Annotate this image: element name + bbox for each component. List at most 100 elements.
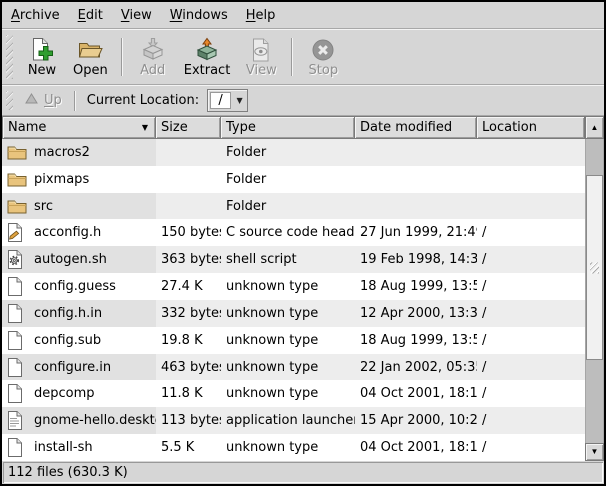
- file-date-cell: 04 Oct 2001, 18:12: [355, 434, 477, 461]
- file-type-cell: unknown type: [221, 380, 355, 407]
- table-header: Name▼ Size Type Date modified Location: [2, 116, 585, 139]
- file-size-cell: 19.8 K: [156, 327, 221, 354]
- file-date-cell: 12 Apr 2000, 13:36: [355, 300, 477, 327]
- scrollbar-thumb-grip: [590, 262, 599, 273]
- table-row[interactable]: acconfig.h 150 bytes C source code heade…: [2, 219, 585, 246]
- column-header-name[interactable]: Name▼: [2, 116, 156, 139]
- vertical-scrollbar: ▲ ▼: [585, 116, 604, 461]
- file-date-cell: 18 Aug 1999, 13:53: [355, 327, 477, 354]
- table-row[interactable]: config.h.in 332 bytes unknown type 12 Ap…: [2, 300, 585, 327]
- extract-files-icon: [194, 37, 220, 63]
- table-row[interactable]: config.guess 27.4 K unknown type 18 Aug …: [2, 273, 585, 300]
- file-name-cell: install-sh: [2, 434, 156, 461]
- file-date-cell: [355, 193, 477, 220]
- sort-descending-icon: ▼: [142, 124, 150, 132]
- file-size-cell: 463 bytes: [156, 354, 221, 381]
- new-button[interactable]: New: [18, 34, 66, 81]
- table-row[interactable]: pixmaps Folder: [2, 166, 585, 193]
- scrollbar-down-button[interactable]: ▼: [585, 443, 604, 461]
- doc-pencil-icon: [7, 223, 28, 242]
- file-name-cell: autogen.sh: [2, 246, 156, 273]
- file-location-cell: [477, 139, 585, 166]
- scrollbar-up-button[interactable]: ▲: [585, 116, 604, 139]
- file-name: configure.in: [34, 360, 111, 375]
- scroll-up-icon: ▲: [591, 124, 599, 132]
- table-row[interactable]: src Folder: [2, 193, 585, 220]
- table-row[interactable]: autogen.sh 363 bytes shell script 19 Feb…: [2, 246, 585, 273]
- table-row[interactable]: gnome-hello.desktop 113 bytes applicatio…: [2, 407, 585, 434]
- menu-archive[interactable]: Archive: [2, 3, 69, 28]
- archive-manager-window: Archive Edit View Windows Help New Open …: [0, 0, 606, 486]
- column-header-type[interactable]: Type: [221, 116, 355, 139]
- file-type-cell: C source code header: [221, 219, 355, 246]
- file-date-cell: 18 Aug 1999, 13:53: [355, 273, 477, 300]
- file-name: install-sh: [34, 440, 93, 455]
- table-row[interactable]: macros2 Folder: [2, 139, 585, 166]
- stop-button: Stop: [299, 34, 347, 81]
- doc-plain-icon: [7, 304, 28, 323]
- location-separator: [74, 91, 76, 111]
- file-location-cell: /: [477, 354, 585, 381]
- scrollbar-trough[interactable]: [585, 139, 604, 443]
- file-name: config.guess: [34, 279, 116, 294]
- toolbar-separator: [121, 38, 123, 76]
- folder-icon: [7, 199, 28, 214]
- menu-view[interactable]: View: [112, 3, 161, 28]
- file-date-cell: 15 Apr 2000, 10:21: [355, 407, 477, 434]
- menu-windows[interactable]: Windows: [161, 3, 237, 28]
- file-type-cell: unknown type: [221, 273, 355, 300]
- file-type-cell: Folder: [221, 139, 355, 166]
- file-size-cell: 113 bytes: [156, 407, 221, 434]
- file-type-cell: Folder: [221, 193, 355, 220]
- file-date-cell: [355, 139, 477, 166]
- doc-plain-icon: [7, 438, 28, 457]
- file-name: config.h.in: [34, 306, 102, 321]
- file-name: macros2: [34, 145, 90, 160]
- file-location-cell: /: [477, 407, 585, 434]
- open-button[interactable]: Open: [66, 34, 115, 81]
- menu-edit[interactable]: Edit: [69, 3, 112, 28]
- location-bar-drag-handle[interactable]: [6, 91, 13, 110]
- up-button: Up: [18, 90, 69, 111]
- file-location-cell: /: [477, 434, 585, 461]
- file-size-cell: [156, 193, 221, 220]
- table-row[interactable]: config.sub 19.8 K unknown type 18 Aug 19…: [2, 327, 585, 354]
- file-name: config.sub: [34, 333, 101, 348]
- table-row[interactable]: depcomp 11.8 K unknown type 04 Oct 2001,…: [2, 380, 585, 407]
- combo-dropdown-icon: ▼: [232, 90, 247, 111]
- file-name: autogen.sh: [34, 252, 107, 267]
- menubar: Archive Edit View Windows Help: [2, 2, 604, 29]
- table-row[interactable]: configure.in 463 bytes unknown type 22 J…: [2, 354, 585, 381]
- table-row[interactable]: install-sh 5.5 K unknown type 04 Oct 200…: [2, 434, 585, 461]
- column-header-location[interactable]: Location: [477, 116, 585, 139]
- add-files-icon: [140, 37, 166, 63]
- column-header-size[interactable]: Size: [156, 116, 221, 139]
- table-body: macros2 Folder pixmaps Folder src Folder…: [2, 139, 585, 461]
- up-arrow-icon: [25, 93, 38, 108]
- scrollbar-thumb[interactable]: [586, 175, 603, 360]
- folder-icon: [7, 145, 28, 160]
- file-type-cell: unknown type: [221, 354, 355, 381]
- toolbar-drag-handle[interactable]: [6, 35, 13, 79]
- location-combo[interactable]: / ▼: [207, 89, 248, 112]
- toolbar: New Open Add Extract View Stop: [2, 29, 604, 85]
- file-name-cell: acconfig.h: [2, 219, 156, 246]
- file-size-cell: [156, 166, 221, 193]
- file-name: gnome-hello.desktop: [34, 413, 156, 428]
- doc-plain-icon: [7, 358, 28, 377]
- column-header-date-modified[interactable]: Date modified: [355, 116, 477, 139]
- location-bar: Up Current Location: / ▼: [2, 85, 604, 116]
- add-button: Add: [129, 34, 177, 81]
- file-location-cell: /: [477, 327, 585, 354]
- file-date-cell: 19 Feb 1998, 14:31: [355, 246, 477, 273]
- menu-help[interactable]: Help: [237, 3, 285, 28]
- file-name: src: [34, 199, 53, 214]
- extract-button[interactable]: Extract: [177, 34, 238, 81]
- file-size-cell: 5.5 K: [156, 434, 221, 461]
- open-archive-icon: [77, 37, 103, 63]
- file-type-cell: Folder: [221, 166, 355, 193]
- file-location-cell: /: [477, 300, 585, 327]
- scroll-down-icon: ▼: [591, 448, 599, 456]
- file-list: Name▼ Size Type Date modified Location m…: [2, 116, 604, 461]
- view-file-icon: [248, 37, 274, 63]
